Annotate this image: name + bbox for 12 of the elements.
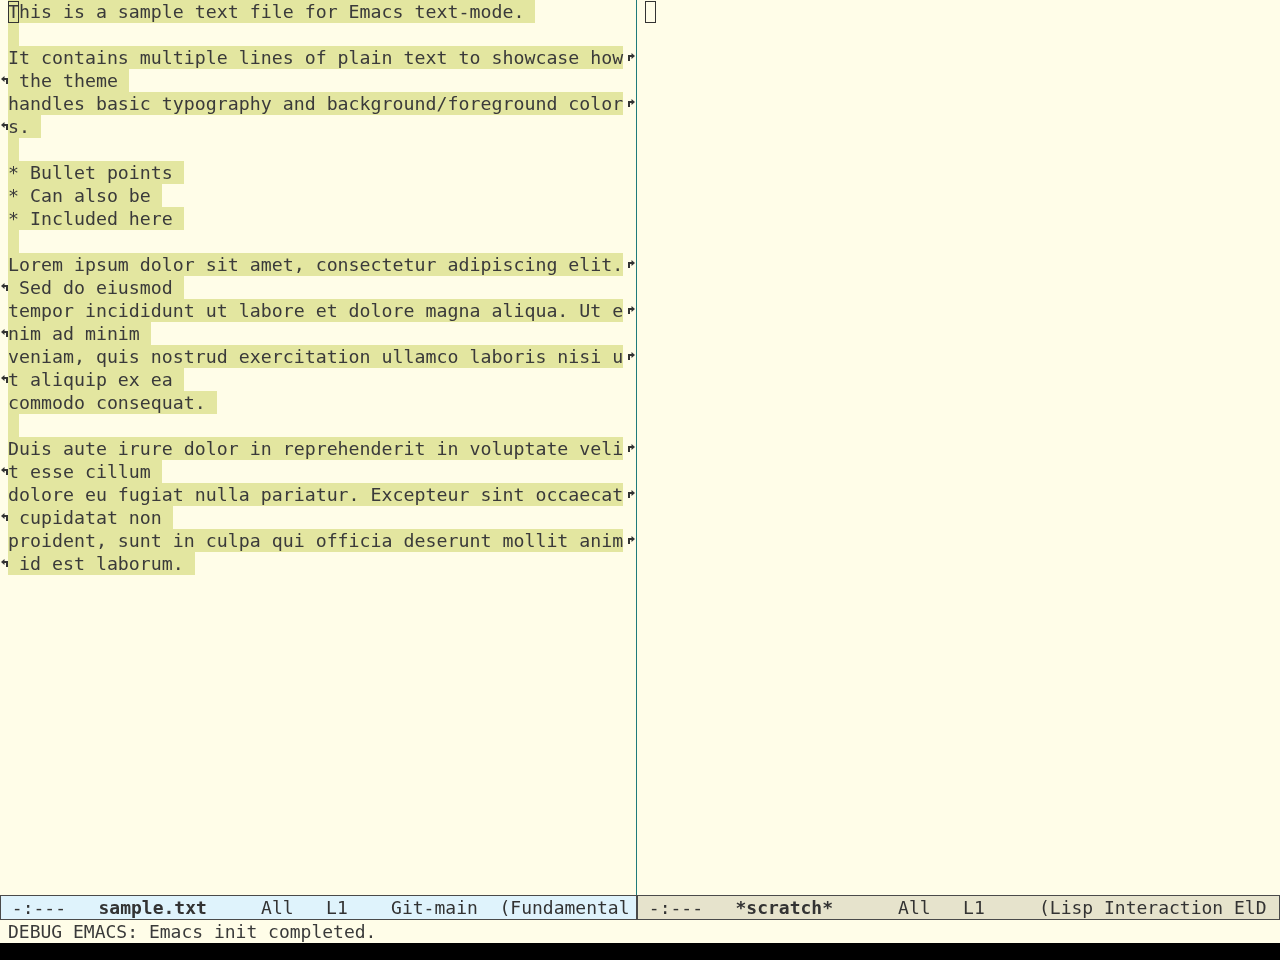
- major-mode: (Fundamental: [499, 896, 630, 919]
- line-number: L1: [963, 896, 985, 919]
- buffer-position: All: [261, 896, 294, 919]
- buffer-name: sample.txt: [98, 896, 207, 919]
- major-mode: (Lisp Interaction ElD: [1038, 896, 1267, 919]
- line-number: L1: [326, 896, 348, 919]
- modified-status: -:---: [11, 896, 66, 919]
- buffer-position: All: [898, 896, 931, 919]
- git-branch: Git-main: [391, 896, 478, 919]
- echo-area-message: DEBUG EMACS: Emacs init completed.: [7, 920, 378, 943]
- buffer-name: *scratch*: [735, 896, 834, 919]
- modified-status: -:---: [648, 896, 703, 919]
